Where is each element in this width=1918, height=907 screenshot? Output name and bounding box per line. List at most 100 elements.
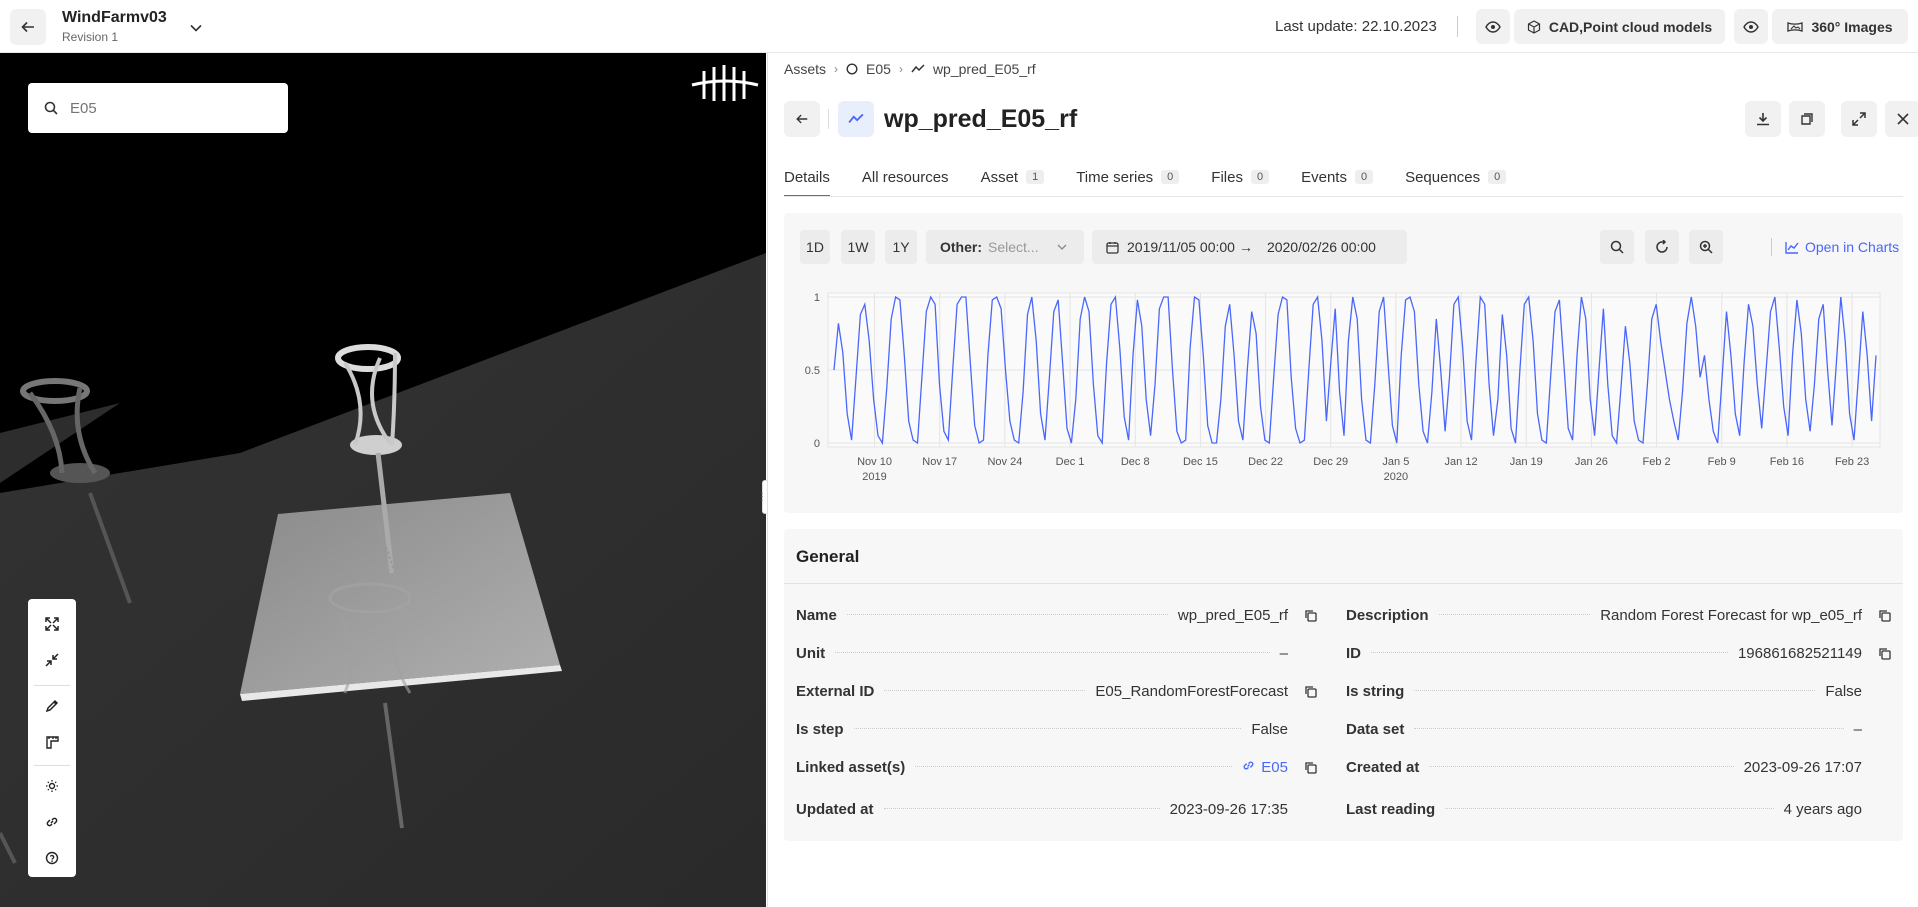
divider — [784, 583, 1903, 584]
tab-asset[interactable]: Asset 1 — [981, 157, 1045, 197]
tab-label: Details — [784, 169, 830, 186]
x-tick-label: Jan 19 — [1510, 456, 1543, 468]
panorama-icon — [1787, 21, 1804, 32]
link-icon[interactable] — [36, 807, 68, 837]
search-icon — [44, 101, 58, 115]
date-end: 2020/02/26 00:00 — [1266, 239, 1376, 255]
pencil-icon[interactable] — [36, 691, 68, 721]
copy-icon[interactable] — [1300, 609, 1320, 622]
count-badge: 1 — [1026, 170, 1045, 184]
cad-visibility-button[interactable] — [1476, 9, 1510, 44]
breadcrumb-asset[interactable]: E05 — [866, 61, 891, 77]
chevron-right-icon: › — [834, 62, 839, 76]
measure-icon[interactable] — [36, 727, 68, 757]
leader-dots — [853, 717, 1242, 729]
360-images-label: 360° Images — [1811, 18, 1893, 35]
x-tick-label: Nov 17 — [922, 456, 957, 468]
divider — [1771, 238, 1772, 256]
help-icon[interactable] — [36, 843, 68, 873]
reset-zoom-button[interactable] — [1645, 230, 1679, 264]
details-panel: Assets › E05 › wp_pred_E05_rf wp_pred_E0… — [767, 53, 1918, 907]
tab-label: All resources — [861, 169, 949, 186]
range-1w-button[interactable]: 1W — [841, 230, 875, 264]
collapse-icon[interactable] — [36, 645, 68, 675]
breadcrumb-assets[interactable]: Assets — [784, 61, 826, 77]
open-in-charts-link[interactable]: Open in Charts — [1785, 239, 1899, 255]
range-1d-button[interactable]: 1D — [800, 230, 830, 264]
property-value: 196861682521149 — [1737, 644, 1862, 662]
x-tick-label: Nov 24 — [987, 456, 1022, 468]
property-row: Data set – — [1346, 717, 1894, 741]
search-box[interactable] — [28, 83, 288, 133]
leader-dots — [884, 679, 1086, 691]
logo-icon — [691, 65, 759, 101]
back-button[interactable] — [10, 9, 46, 45]
property-row: External ID E05_RandomForestForecast — [796, 679, 1320, 703]
tab-label: Time series — [1076, 169, 1154, 186]
images-visibility-button[interactable] — [1734, 9, 1768, 44]
zoom-in-icon — [1699, 240, 1713, 254]
leader-dots — [1414, 717, 1844, 729]
arrow-left-icon — [796, 114, 808, 124]
tab-time-series[interactable]: Time series 0 — [1076, 157, 1180, 197]
property-value: – — [1279, 644, 1288, 662]
x-tick-label: Jan 5 — [1382, 456, 1409, 468]
copy-icon[interactable] — [1874, 609, 1894, 622]
tab-events[interactable]: Events 0 — [1301, 157, 1374, 197]
eye-icon — [1743, 20, 1759, 33]
range-1y-button[interactable]: 1Y — [885, 230, 917, 264]
property-value: wp_pred_E05_rf — [1177, 606, 1288, 624]
line-chart[interactable]: 0 0.5 1 Nov 10 2019 Nov 17 Nov 24 Dec 1 Dec 8 Dec… — [784, 273, 1903, 503]
property-label: Data set — [1346, 720, 1405, 738]
open-in-charts-label: Open in Charts — [1805, 239, 1900, 255]
download-button[interactable] — [1745, 101, 1781, 137]
date-start: 2019/11/05 00:00 — [1127, 239, 1235, 255]
close-icon — [1897, 113, 1909, 125]
tab-sequences[interactable]: Sequences 0 — [1405, 157, 1507, 197]
tab-label: Events — [1301, 169, 1347, 186]
property-value: 2023-09-26 17:07 — [1743, 758, 1862, 776]
fit-view-icon[interactable] — [36, 609, 68, 639]
property-label: Created at — [1346, 758, 1420, 776]
x-tick-label: Dec 1 — [1056, 456, 1085, 468]
section-title: General — [796, 547, 860, 566]
360-images-button[interactable]: 360° Images — [1772, 9, 1908, 44]
date-range-picker[interactable]: 2019/11/05 00:00 → 2020/02/26 00:00 — [1092, 230, 1407, 264]
close-button[interactable] — [1885, 101, 1918, 137]
linked-asset-link[interactable]: E05 — [1242, 759, 1288, 776]
property-row: Updated at 2023-09-26 17:35 — [796, 797, 1320, 821]
leader-dots — [1414, 679, 1816, 691]
search-input[interactable] — [70, 99, 250, 117]
chart-icon — [1785, 241, 1799, 254]
open-in-icon — [1801, 113, 1813, 125]
3d-scene[interactable] — [0, 53, 766, 907]
panel-back-button[interactable] — [784, 101, 820, 137]
open-in-3d-button[interactable] — [1789, 101, 1825, 137]
x-tick-label: Nov 10 — [857, 456, 892, 468]
x-tick-label: Feb 2 — [1642, 456, 1670, 468]
3d-viewer[interactable] — [0, 53, 766, 907]
expand-button[interactable] — [1841, 101, 1877, 137]
property-row: Description Random Forest Forecast for wp… — [1346, 603, 1894, 627]
copy-icon[interactable] — [1300, 761, 1320, 774]
copy-icon[interactable] — [1874, 647, 1894, 660]
leader-dots — [835, 641, 1270, 653]
x-tick-label: Jan 26 — [1575, 456, 1608, 468]
x-tick-label: Dec 8 — [1121, 456, 1150, 468]
x-tick-label: Dec 22 — [1248, 456, 1283, 468]
zoom-out-button[interactable] — [1600, 230, 1634, 264]
general-card: General Name wp_pred_E05_rf Unit – External … — [784, 529, 1903, 841]
tab-details[interactable]: Details — [784, 157, 830, 197]
chevron-down-icon[interactable] — [186, 18, 206, 38]
arrow-right-icon: → — [1238, 239, 1253, 255]
cad-models-button[interactable]: CAD,Point cloud models — [1514, 9, 1725, 44]
sun-icon[interactable] — [36, 771, 68, 801]
tab-files[interactable]: Files 0 — [1211, 157, 1270, 197]
count-badge: 0 — [1161, 170, 1180, 184]
other-range-select[interactable]: Other: Select... — [926, 230, 1084, 264]
zoom-in-button[interactable] — [1689, 230, 1723, 264]
copy-icon[interactable] — [1300, 685, 1320, 698]
link-icon — [1242, 759, 1255, 776]
property-row: Unit – — [796, 641, 1320, 665]
tab-all-resources[interactable]: All resources — [862, 157, 949, 197]
